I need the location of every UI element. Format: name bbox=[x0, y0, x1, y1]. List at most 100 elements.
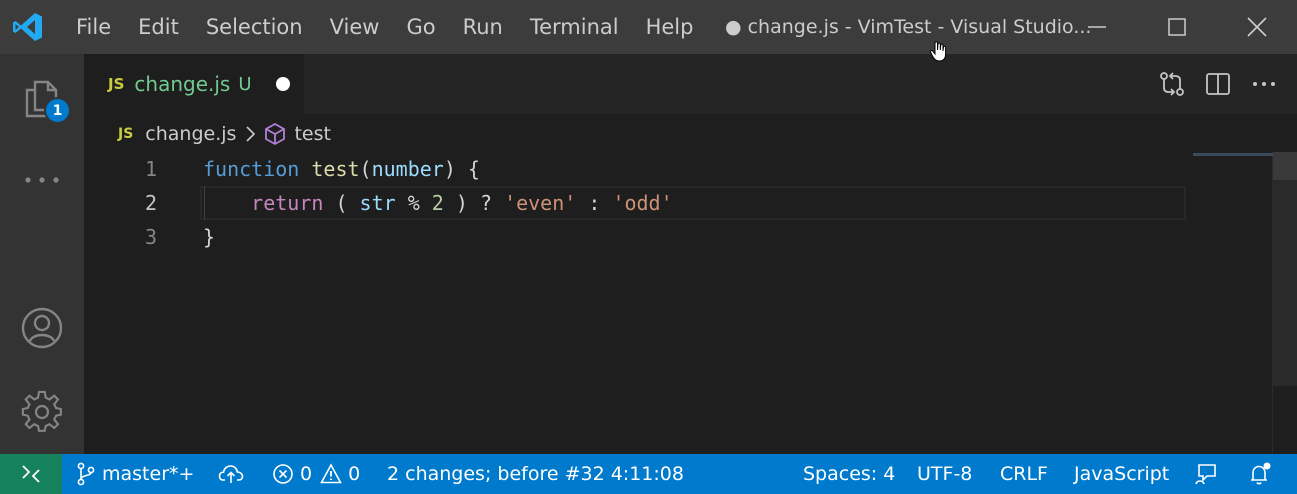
notifications-button[interactable] bbox=[1247, 454, 1279, 494]
code-token: ) { bbox=[443, 157, 480, 181]
gear-icon bbox=[21, 390, 62, 432]
chevron-right-icon bbox=[244, 125, 256, 143]
code-token: : bbox=[576, 191, 613, 215]
language-mode-status[interactable]: JavaScript bbox=[1074, 454, 1169, 494]
ellipsis-icon bbox=[1253, 82, 1275, 86]
editor-tabs-bar: JS change.js U bbox=[84, 54, 1297, 114]
close-icon bbox=[1247, 17, 1267, 37]
code-token: number bbox=[371, 157, 444, 181]
menu-help[interactable]: Help bbox=[632, 0, 707, 54]
line-number: 3 bbox=[144, 225, 157, 249]
ellipsis-icon bbox=[25, 177, 59, 183]
warning-count: 0 bbox=[348, 463, 361, 485]
code-token: % bbox=[395, 191, 432, 215]
line-code: function test(number) { bbox=[203, 152, 480, 186]
tab-title: change.js bbox=[134, 72, 231, 96]
menu-go[interactable]: Go bbox=[393, 0, 449, 54]
code-editor[interactable]: 1 function test(number) {2 return ( str %… bbox=[84, 152, 1272, 454]
window-title: ● change.js - VimTest - Visual Studio... bbox=[724, 16, 1092, 38]
title-bar: File Edit Selection View Go Run Terminal… bbox=[0, 0, 1297, 54]
accounts-button[interactable] bbox=[0, 306, 84, 350]
line-code: return ( str % 2 ) ? 'even' : 'odd' bbox=[203, 186, 673, 220]
status-bar: master*+ 0 0 2 changes; before #32 4:11:… bbox=[0, 454, 1297, 494]
maximize-button[interactable] bbox=[1137, 0, 1217, 54]
feedback-icon bbox=[1195, 464, 1216, 485]
open-changes-button[interactable] bbox=[1149, 61, 1195, 107]
bell-icon bbox=[1251, 462, 1271, 485]
code-token: ) ? bbox=[443, 191, 505, 215]
minimize-button[interactable] bbox=[1057, 0, 1137, 54]
code-token: str bbox=[359, 191, 396, 215]
feedback-button[interactable] bbox=[1194, 454, 1226, 494]
js-file-icon: JS bbox=[108, 75, 125, 93]
more-actions-button[interactable] bbox=[1241, 61, 1287, 107]
breadcrumb-symbol[interactable]: test bbox=[294, 123, 331, 145]
code-token: 2 bbox=[431, 191, 444, 215]
menu-file[interactable]: File bbox=[56, 0, 125, 54]
encoding-status[interactable]: UTF-8 bbox=[917, 454, 972, 494]
maximize-icon bbox=[1168, 18, 1186, 36]
menu-edit[interactable]: Edit bbox=[125, 0, 193, 54]
minimize-icon bbox=[1088, 26, 1106, 28]
symbol-method-icon bbox=[264, 122, 286, 146]
account-icon bbox=[21, 307, 63, 349]
branch-name: master*+ bbox=[102, 463, 195, 485]
breadcrumb-file[interactable]: change.js bbox=[145, 123, 236, 145]
code-line[interactable]: 2 return ( str % 2 ) ? 'even' : 'odd' bbox=[84, 186, 1272, 220]
minimap-viewport[interactable] bbox=[1193, 153, 1273, 156]
code-line[interactable]: 3} bbox=[84, 220, 1272, 254]
remote-icon bbox=[22, 465, 40, 483]
warning-icon bbox=[320, 463, 342, 484]
split-editor-icon bbox=[1206, 73, 1230, 95]
menu-view[interactable]: View bbox=[316, 0, 393, 54]
more-views-button[interactable] bbox=[0, 162, 84, 198]
problems-status[interactable]: 0 0 bbox=[272, 454, 360, 494]
git-branch-icon bbox=[77, 462, 95, 486]
editor-actions bbox=[1149, 54, 1287, 114]
close-button[interactable] bbox=[1217, 0, 1297, 54]
menu-selection[interactable]: Selection bbox=[192, 0, 316, 54]
code-token: return bbox=[251, 191, 324, 215]
hand-cursor-icon bbox=[929, 41, 947, 62]
error-icon bbox=[273, 464, 293, 484]
menu-terminal[interactable]: Terminal bbox=[516, 0, 632, 54]
unsaved-dot-icon[interactable] bbox=[275, 77, 290, 91]
sync-button[interactable] bbox=[218, 454, 250, 494]
explorer-button[interactable] bbox=[0, 68, 84, 128]
line-number: 1 bbox=[144, 157, 157, 181]
split-editor-button[interactable] bbox=[1195, 61, 1241, 107]
scrollbar-overview-ruler bbox=[1273, 180, 1297, 386]
code-line[interactable]: 1 function test(number) { bbox=[84, 152, 1272, 186]
tab-change-js[interactable]: JS change.js U bbox=[84, 54, 304, 114]
git-branch-status[interactable]: master*+ bbox=[76, 454, 194, 494]
activity-bar: 1 bbox=[0, 54, 84, 454]
remote-indicator[interactable] bbox=[0, 454, 62, 494]
vscode-logo-icon bbox=[0, 0, 56, 54]
code-token: test bbox=[311, 157, 360, 181]
error-count: 0 bbox=[300, 463, 313, 485]
manage-button[interactable] bbox=[0, 390, 84, 434]
git-compare-icon bbox=[1160, 72, 1184, 96]
menu-bar: File Edit Selection View Go Run Terminal… bbox=[56, 0, 707, 54]
tab-git-status: U bbox=[238, 73, 252, 95]
code-token: 'even' bbox=[504, 191, 577, 215]
scrollbar-thumb[interactable] bbox=[1273, 152, 1297, 180]
status-message: 2 changes; before #32 4:11:08 bbox=[387, 463, 684, 485]
code-token: ( bbox=[323, 191, 360, 215]
breadcrumb: JS change.js test bbox=[118, 118, 331, 150]
code-token: function bbox=[203, 157, 300, 181]
eol-status[interactable]: CRLF bbox=[1000, 454, 1048, 494]
js-file-icon: JS bbox=[118, 126, 134, 142]
line-number: 2 bbox=[144, 191, 157, 215]
window-controls bbox=[1057, 0, 1297, 54]
line-code: } bbox=[203, 220, 215, 254]
menu-run[interactable]: Run bbox=[449, 0, 516, 54]
code-token: ( bbox=[359, 157, 372, 181]
indentation-status[interactable]: Spaces: 4 bbox=[803, 454, 895, 494]
cloud-upload-icon bbox=[218, 465, 244, 483]
explorer-badge: 1 bbox=[44, 97, 71, 124]
code-token: } bbox=[203, 225, 216, 249]
code-token: 'odd' bbox=[612, 191, 673, 215]
